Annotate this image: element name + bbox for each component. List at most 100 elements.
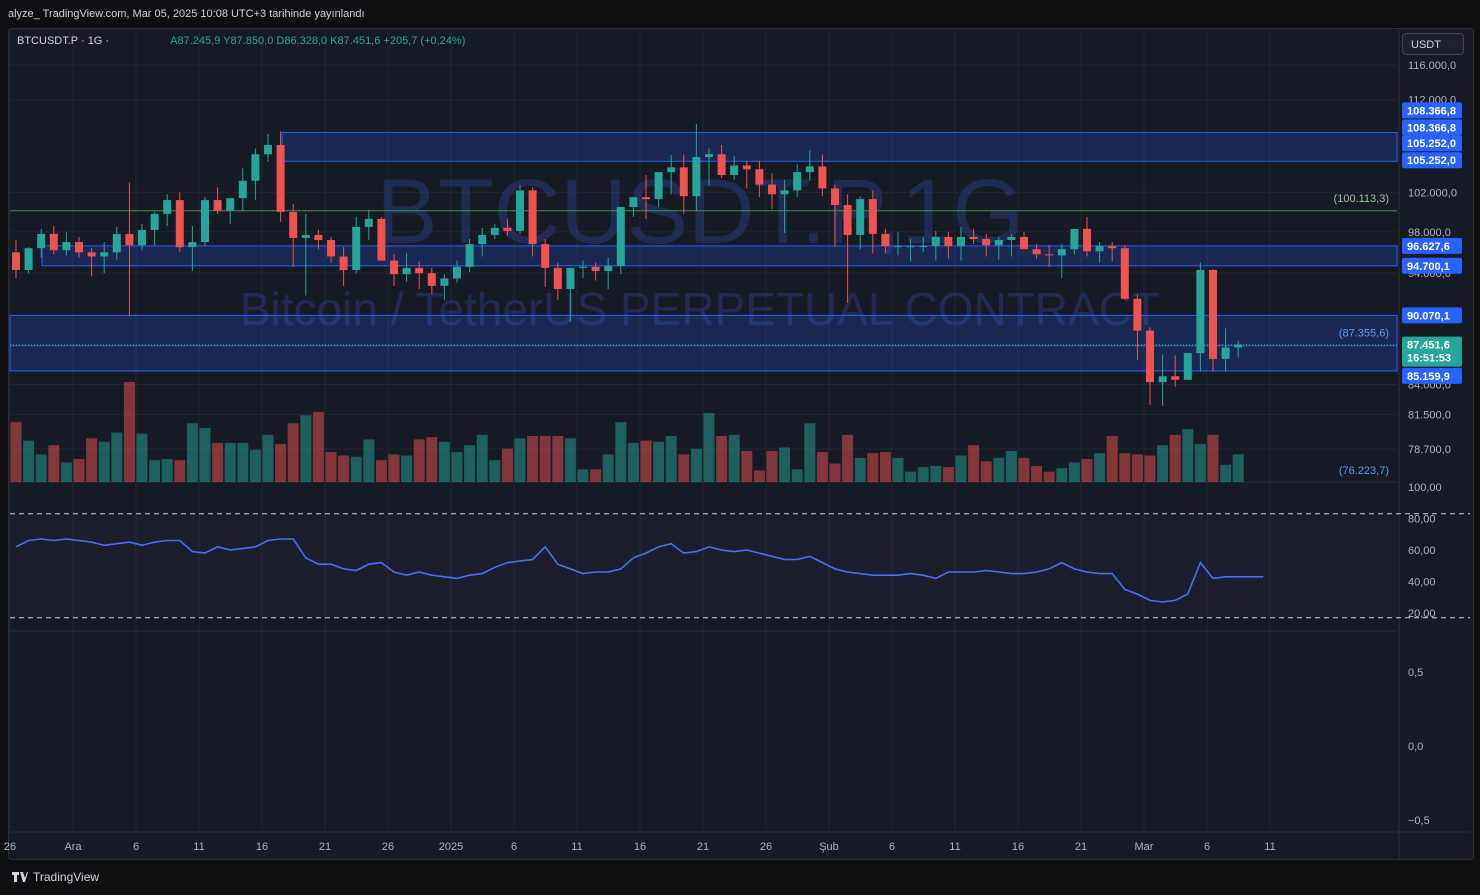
level-zone — [41, 245, 1398, 267]
candle-body — [1146, 330, 1154, 383]
candle-body — [1057, 249, 1066, 256]
chart-canvas[interactable]: BTCUSDT.P,1G Bitcoin / TetherUS PERPETUA… — [0, 0, 1480, 895]
candle-body — [1234, 344, 1243, 348]
volume-bar — [892, 457, 904, 482]
candle-body — [1108, 246, 1117, 249]
candle-body — [87, 252, 96, 257]
x-tick-label: 16 — [634, 841, 646, 853]
candle-body — [112, 233, 121, 253]
price-tick-label: 102.000,0 — [1408, 187, 1457, 199]
volume-bar — [224, 442, 236, 482]
candle-body — [667, 167, 676, 173]
candle-body — [1032, 249, 1041, 255]
candle-body — [12, 252, 20, 271]
candle-body — [138, 229, 146, 246]
x-tick-label: 26 — [760, 841, 772, 853]
volume-bar — [476, 434, 488, 482]
rsi-band-fill — [10, 513, 1397, 618]
high-marker: (100.113,3) — [1334, 193, 1389, 205]
candle-body — [679, 167, 688, 197]
x-tick-label: 6 — [1204, 841, 1210, 853]
volume-bar — [1081, 459, 1093, 482]
volume-bar — [489, 460, 501, 482]
volume-bar — [1043, 471, 1055, 482]
candle-body — [717, 154, 726, 175]
candle-body — [163, 200, 172, 214]
volume-bar — [1232, 454, 1244, 482]
candle-body — [604, 265, 613, 272]
volume-bar — [930, 465, 942, 482]
x-tick-label: 11 — [571, 841, 582, 853]
volume-bar — [35, 454, 47, 482]
volume-bar — [879, 452, 891, 482]
volume-bar — [552, 436, 564, 482]
level-tag: 85.159,9 — [1402, 367, 1462, 384]
candle-body — [75, 242, 83, 253]
volume-bar — [665, 436, 677, 482]
candle-body — [1158, 376, 1167, 383]
last-price-tag: 87.451,616:51:53 — [1402, 336, 1462, 367]
candle-body — [264, 144, 272, 155]
level-tag-text: 96.627,6 — [1407, 241, 1450, 253]
symbol-label[interactable]: BTCUSDT.P · 1G · — [17, 35, 109, 47]
candle-body — [856, 199, 865, 235]
level-tag: 108.366,8 — [1402, 102, 1462, 119]
price-axis: 116.000,0112.000,0102.000,098.000,094.00… — [1408, 60, 1457, 827]
volume-bar — [514, 438, 526, 482]
x-tick-label: 16 — [256, 841, 268, 853]
x-tick-label: 11 — [193, 841, 204, 853]
tradingview-logo[interactable]: TradingView — [12, 870, 99, 884]
volume-bar — [564, 438, 576, 482]
volume-bar — [48, 445, 60, 482]
candle-body — [642, 197, 650, 200]
volume-bar — [1182, 429, 1194, 482]
volume-bar — [161, 459, 173, 482]
brand-name: TradingView — [33, 870, 100, 884]
candle-body — [780, 190, 789, 195]
volume-bar — [917, 467, 929, 482]
volume-bar — [464, 445, 476, 482]
level-tag: 90.070,1 — [1402, 307, 1462, 324]
volume-bar — [1094, 453, 1106, 482]
candle-body — [755, 169, 764, 185]
candle-body — [805, 166, 814, 173]
candle-body — [1221, 347, 1230, 359]
volume-bar — [1207, 434, 1219, 482]
candle-body — [24, 248, 33, 271]
x-tick-label: 26 — [382, 841, 394, 853]
candle-body — [390, 260, 398, 275]
volume-bar — [1157, 445, 1169, 482]
volume-bar — [804, 423, 816, 482]
x-tick-label: Mar — [1135, 841, 1154, 853]
candle-body — [213, 200, 222, 211]
candle-body — [768, 184, 776, 195]
candle-body — [490, 227, 499, 235]
candle-body — [919, 246, 928, 248]
candle-body — [339, 256, 348, 271]
symbol-legend[interactable]: BTCUSDT.P · 1G · A87.245,9 Y87.850,0 D86… — [17, 35, 465, 47]
volume-bar — [199, 427, 211, 482]
volume-bar — [1131, 454, 1143, 482]
candle-body — [957, 236, 965, 247]
candle-body — [692, 157, 701, 197]
candle-body — [994, 240, 1003, 246]
candle-body — [541, 244, 550, 268]
rsi-tick-label: 100,00 — [1408, 482, 1442, 494]
volume-bar — [1144, 455, 1156, 482]
volume-bar — [716, 436, 728, 482]
x-tick-label: 2025 — [439, 841, 463, 853]
volume-bar — [1005, 450, 1017, 482]
candle-body — [730, 165, 739, 175]
tradingview-logo-icon — [12, 872, 28, 882]
candle-body — [364, 218, 373, 227]
currency-button[interactable]: USDT — [1402, 33, 1464, 55]
price-tick-label: 78.700,0 — [1408, 444, 1451, 456]
candle-body — [503, 227, 512, 231]
level-tag-text: 108.366,8 — [1407, 122, 1456, 134]
volume-bar — [73, 459, 85, 482]
candle-body — [1196, 270, 1205, 354]
volume-bar — [123, 381, 135, 482]
candle-body — [528, 190, 537, 245]
volume-bar — [363, 439, 375, 482]
candle-body — [868, 199, 877, 234]
